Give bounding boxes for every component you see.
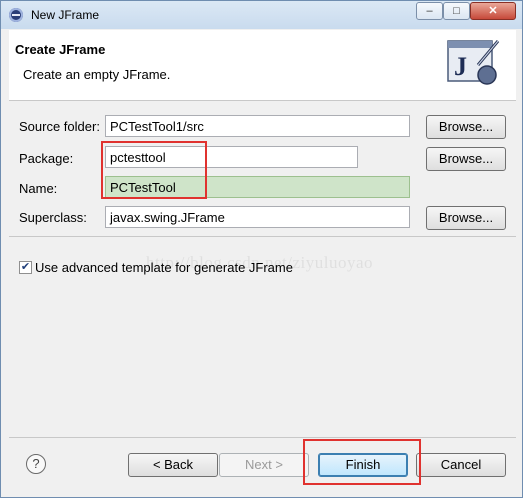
wizard-description: Create an empty JFrame. [23, 67, 171, 82]
name-label: Name: [19, 181, 58, 196]
close-button[interactable]: ✕ [470, 2, 516, 20]
annotation-box-finish [303, 439, 421, 485]
footer-separator [9, 437, 516, 438]
source-folder-input[interactable]: PCTestTool1/src [105, 115, 410, 137]
package-label: Package: [19, 151, 74, 166]
jframe-wizard-icon: J [447, 40, 500, 85]
minimize-button[interactable]: – [416, 2, 443, 20]
maximize-button[interactable]: □ [443, 2, 470, 20]
superclass-browse-button[interactable]: Browse... [426, 206, 506, 230]
superclass-input[interactable]: javax.swing.JFrame [105, 206, 410, 228]
next-button[interactable]: Next > [219, 453, 309, 477]
wizard-banner: Create JFrame Create an empty JFrame. J [9, 30, 516, 101]
back-button[interactable]: < Back [128, 453, 218, 477]
advanced-template-checkbox[interactable]: ✔ [19, 261, 32, 274]
superclass-label: Superclass: [19, 210, 87, 225]
source-folder-label: Source folder: [19, 119, 100, 134]
svg-text:J: J [454, 52, 467, 81]
wizard-title: Create JFrame [15, 42, 106, 57]
help-icon[interactable]: ? [26, 454, 46, 474]
new-jframe-window: New JFrame – □ ✕ Create JFrame Create an… [0, 0, 523, 498]
window-title: New JFrame [31, 8, 100, 22]
source-folder-browse-button[interactable]: Browse... [426, 115, 506, 139]
package-browse-button[interactable]: Browse... [426, 147, 506, 171]
watermark-text: http://blog.csdn.net/ziyuluoyao [146, 253, 374, 272]
cancel-button[interactable]: Cancel [416, 453, 506, 477]
annotation-box-package-name [101, 141, 207, 199]
form-separator [9, 236, 516, 237]
eclipse-icon [9, 8, 23, 22]
title-bar[interactable]: New JFrame – □ ✕ [1, 1, 522, 29]
